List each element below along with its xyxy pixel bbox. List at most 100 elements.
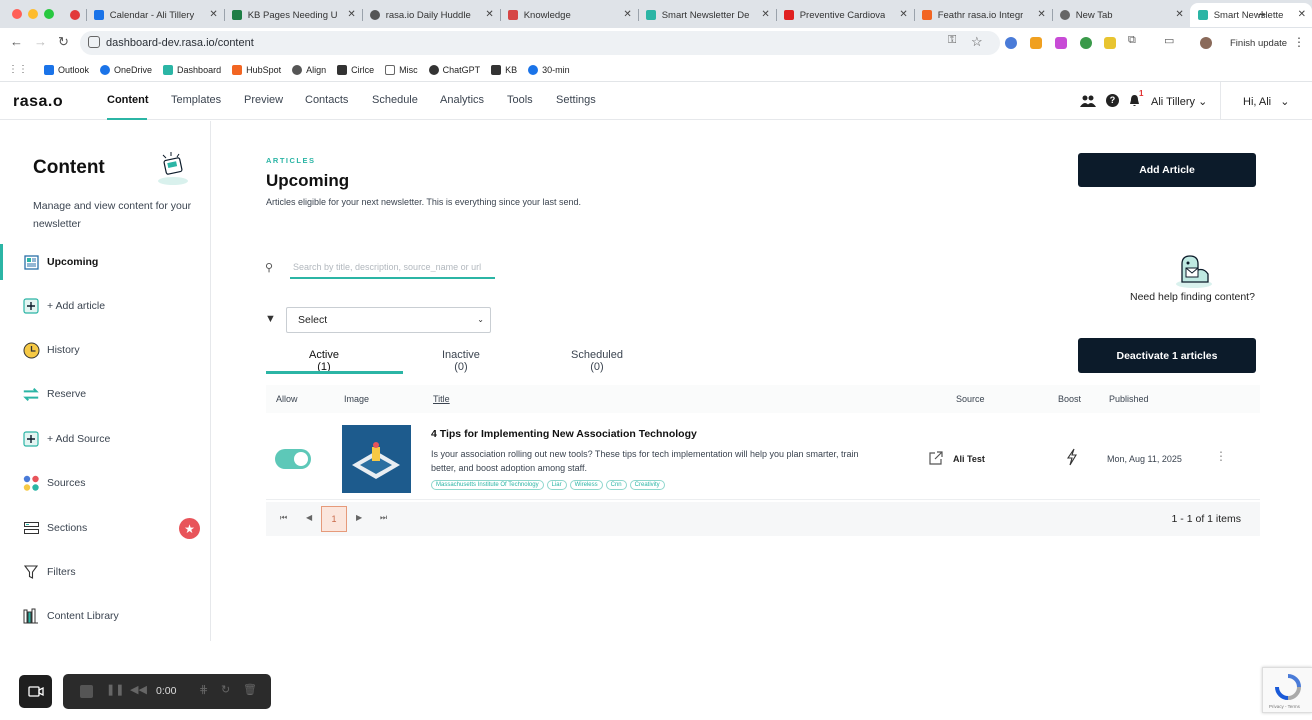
prev-page-icon[interactable]: ◀ <box>306 513 312 522</box>
sidebar-item-sections[interactable]: Sections ★ <box>0 510 210 546</box>
bookmark-30-min[interactable]: 30-min <box>528 64 570 75</box>
bookmark-misc[interactable]: Misc <box>385 64 418 75</box>
tab-close-icon[interactable]: ✕ <box>623 9 631 20</box>
user-menu[interactable]: Ali Tillery ⌄ <box>1151 95 1207 108</box>
sidebar-item-history[interactable]: History <box>0 332 210 368</box>
browser-tab-4[interactable]: Knowledge ✕ <box>499 3 638 27</box>
first-page-icon[interactable]: ⏮ <box>280 513 287 523</box>
extensions-puzzle-icon[interactable]: ⧉ <box>1128 34 1136 47</box>
nav-schedule[interactable]: Schedule <box>372 94 418 106</box>
page-number-current[interactable]: 1 <box>321 506 347 532</box>
extension-icon[interactable] <box>1030 37 1042 49</box>
deactivate-articles-button[interactable]: Deactivate 1 articles <box>1078 338 1256 373</box>
bookmark-align[interactable]: Align <box>292 64 326 75</box>
column-title[interactable]: Title <box>433 394 450 404</box>
tab-close-icon[interactable]: ✕ <box>1175 9 1183 20</box>
extension-icon[interactable] <box>1055 37 1067 49</box>
stop-recording-icon[interactable] <box>80 685 93 698</box>
tab-scheduled[interactable]: Scheduled (0) <box>571 349 623 373</box>
nav-settings[interactable]: Settings <box>556 94 596 106</box>
browser-tab-8[interactable]: New Tab ✕ <box>1051 3 1190 27</box>
tab-close-icon[interactable]: ✕ <box>209 9 217 20</box>
reload-icon[interactable]: ↻ <box>58 34 69 50</box>
tab-inactive[interactable]: Inactive (0) <box>442 349 480 373</box>
sidebar-item-add-article[interactable]: + Add article <box>0 288 210 324</box>
close-window-button[interactable] <box>12 9 22 19</box>
allow-toggle[interactable] <box>275 449 311 469</box>
back-arrow-icon[interactable]: ← <box>10 34 23 49</box>
tab-active[interactable]: Active (1) <box>309 349 339 373</box>
nav-analytics[interactable]: Analytics <box>440 94 484 106</box>
url-bar[interactable]: dashboard-dev.rasa.io/content <box>80 31 1000 55</box>
sidebar-item-add-source[interactable]: + Add Source <box>0 421 210 457</box>
site-settings-icon[interactable] <box>88 36 100 48</box>
team-icon[interactable] <box>1080 95 1096 107</box>
reading-list-icon[interactable]: ▭ <box>1164 34 1174 47</box>
finish-update-button[interactable]: Finish update <box>1230 38 1287 49</box>
last-page-icon[interactable]: ⏭ <box>380 513 387 523</box>
new-tab-icon[interactable]: + <box>1258 6 1266 22</box>
sidebar-item-filters[interactable]: Filters <box>0 554 210 590</box>
rewind-icon[interactable]: ◀◀ <box>130 683 147 696</box>
forward-arrow-icon[interactable]: → <box>34 34 47 49</box>
browser-tab-0[interactable] <box>62 3 86 27</box>
tag-badge[interactable]: Wireless <box>569 480 603 490</box>
bookmark-outlook[interactable]: Outlook <box>44 64 89 75</box>
article-title[interactable]: 4 Tips for Implementing New Association … <box>431 428 697 440</box>
bookmark-hubspot[interactable]: HubSpot <box>232 64 281 75</box>
bookmark-chatgpt[interactable]: ChatGPT <box>428 64 480 75</box>
nav-preview[interactable]: Preview <box>244 94 283 106</box>
tab-close-icon[interactable]: ✕ <box>1298 9 1306 20</box>
help-icon[interactable]: ? <box>1106 94 1119 107</box>
boost-lightning-icon[interactable] <box>1066 448 1078 466</box>
filter-select[interactable]: Select ⌄ <box>286 307 491 333</box>
external-link-icon[interactable] <box>929 451 943 465</box>
row-menu-icon[interactable]: ⋮ <box>1215 449 1227 463</box>
key-icon[interactable]: ⚿ <box>948 34 956 47</box>
help-finding-content[interactable]: Need help finding content? <box>1130 291 1255 303</box>
next-page-icon[interactable]: ▶ <box>356 513 362 522</box>
minimize-window-button[interactable] <box>28 9 38 19</box>
bookmark-dashboard[interactable]: Dashboard <box>163 64 221 75</box>
apps-grid-icon[interactable]: ⋮⋮ <box>8 64 28 75</box>
account-menu[interactable]: Hi, Ali ⌄ <box>1243 95 1290 108</box>
camera-toggle-button[interactable] <box>19 675 52 708</box>
bookmark-kb[interactable]: KB <box>491 64 517 75</box>
rasa-logo[interactable]: rasa.o <box>13 93 63 111</box>
pause-icon[interactable]: ❚❚ <box>106 683 124 696</box>
nav-content[interactable]: Content <box>107 94 149 106</box>
trash-icon[interactable]: 🗑 <box>243 683 257 696</box>
sidebar-item-reserve[interactable]: Reserve <box>0 376 210 412</box>
extension-icon[interactable] <box>1005 37 1017 49</box>
grid-icon[interactable]: ⋕ <box>199 683 208 696</box>
sidebar-item-content-library[interactable]: Content Library <box>0 598 210 634</box>
restart-icon[interactable]: ↻ <box>221 683 230 696</box>
browser-tab-7[interactable]: Feathr rasa.io Integr ✕ <box>913 3 1052 27</box>
bookmark-cirlce[interactable]: Cirlce <box>337 64 374 75</box>
profile-avatar[interactable] <box>1200 37 1212 49</box>
nav-tools[interactable]: Tools <box>507 94 533 106</box>
recaptcha-badge[interactable]: Privacy - Terms <box>1262 667 1312 713</box>
recaptcha-terms[interactable]: Privacy - Terms <box>1269 704 1300 709</box>
bookmark-onedrive[interactable]: OneDrive <box>100 64 152 75</box>
browser-tab-2[interactable]: KB Pages Needing U ✕ <box>223 3 362 27</box>
browser-tab-5[interactable]: Smart Newsletter De ✕ <box>637 3 776 27</box>
browser-menu-icon[interactable]: ⋮ <box>1293 35 1305 49</box>
search-input[interactable] <box>290 257 495 279</box>
nav-templates[interactable]: Templates <box>171 94 221 106</box>
browser-tab-3[interactable]: rasa.io Daily Huddle ✕ <box>361 3 500 27</box>
add-article-button[interactable]: Add Article <box>1078 153 1256 187</box>
extension-icon[interactable] <box>1104 37 1116 49</box>
tab-close-icon[interactable]: ✕ <box>485 9 493 20</box>
sidebar-item-sources[interactable]: Sources <box>0 465 210 501</box>
tag-badge[interactable]: Creativity <box>629 480 665 490</box>
tab-close-icon[interactable]: ✕ <box>761 9 769 20</box>
bookmark-star-icon[interactable]: ☆ <box>971 34 983 50</box>
tab-close-icon[interactable]: ✕ <box>347 9 355 20</box>
tag-badge[interactable]: Liar <box>546 480 567 490</box>
tab-close-icon[interactable]: ✕ <box>1037 9 1045 20</box>
article-thumbnail[interactable] <box>342 425 411 493</box>
browser-tab-6[interactable]: Preventive Cardiova ✕ <box>775 3 914 27</box>
extension-icon[interactable] <box>1080 37 1092 49</box>
browser-tab-1[interactable]: Calendar - Ali Tillery ✕ <box>85 3 224 27</box>
